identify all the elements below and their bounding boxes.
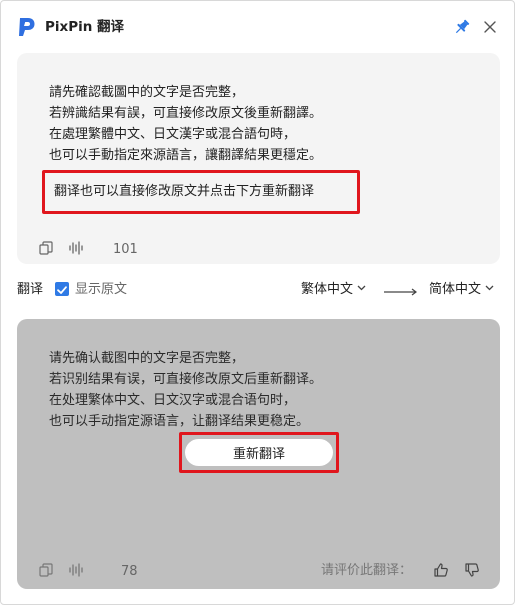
source-text[interactable]: 請先確認截圖中的文字是否完整， 若辨識結果有誤，可直接修改原文後重新翻譯。 在處… <box>49 82 322 166</box>
translation-line: 在处理繁体中文、日文汉字或混合语句时， <box>49 393 297 408</box>
translate-label: 翻译 <box>17 282 44 297</box>
source-line: 也可以手動指定來源語言，讓翻譯結果更穩定。 <box>49 148 323 163</box>
thumbs-up-icon[interactable] <box>433 562 449 578</box>
source-line: 在處理繁體中文、日文漢字或混合語句時， <box>49 127 297 142</box>
title-bar[interactable]: PixPin 翻译 <box>1 1 514 53</box>
translation-line: 若识别结果有误，可直接修改原文后重新翻译。 <box>49 372 323 387</box>
translate-window: PixPin 翻译 請先確認截圖中的文字是否完整， 若辨識結果有誤，可直接修改原… <box>0 0 515 605</box>
translate-toolbar: 翻译 显示原文 繁体中文 简体中文 <box>1 277 514 303</box>
pin-icon[interactable] <box>453 18 471 36</box>
check-icon <box>57 286 67 294</box>
chevron-down-icon <box>485 285 494 291</box>
translation-line: 请先确认截图中的文字是否完整， <box>49 351 245 366</box>
thumbs-down-icon[interactable] <box>464 562 480 578</box>
target-language-label: 简体中文 <box>429 282 482 297</box>
audio-wave-icon[interactable] <box>68 240 84 256</box>
target-language-select[interactable]: 简体中文 <box>429 281 494 299</box>
translation-text: 请先确认截图中的文字是否完整， 若识别结果有误，可直接修改原文后重新翻译。 在处… <box>49 348 322 432</box>
show-original-label[interactable]: 显示原文 <box>75 282 127 298</box>
translation-char-count: 78 <box>121 564 138 579</box>
retranslate-button[interactable]: 重新翻译 <box>185 439 333 466</box>
source-text-panel[interactable]: 請先確認截圖中的文字是否完整， 若辨識結果有誤，可直接修改原文後重新翻譯。 在處… <box>17 53 500 264</box>
copy-icon[interactable] <box>38 240 54 256</box>
rate-translation-label: 请评价此翻译： <box>321 563 413 578</box>
audio-wave-icon[interactable] <box>68 562 84 578</box>
app-title: PixPin 翻译 <box>45 19 125 35</box>
source-char-count: 101 <box>113 242 138 257</box>
chevron-down-icon <box>357 285 366 291</box>
retry-highlight: 重新翻译 <box>179 432 339 473</box>
translation-line: 也可以手动指定源语言，让翻译结果更稳定。 <box>49 414 310 429</box>
translation-result-panel: 请先确认截图中的文字是否完整， 若识别结果有误，可直接修改原文后重新翻译。 在处… <box>17 319 500 589</box>
close-icon[interactable] <box>482 19 498 35</box>
source-line: 請先確認截圖中的文字是否完整， <box>49 85 245 100</box>
show-original-checkbox[interactable] <box>55 282 69 296</box>
edit-tip-text: 翻译也可以直接修改原文并点击下方重新翻译 <box>54 184 315 199</box>
source-language-select[interactable]: 繁体中文 <box>301 281 366 299</box>
source-language-label: 繁体中文 <box>301 282 354 297</box>
edit-tip-highlight: 翻译也可以直接修改原文并点击下方重新翻译 <box>42 170 360 214</box>
copy-icon[interactable] <box>38 562 54 578</box>
pixpin-logo-icon <box>19 18 35 36</box>
arrow-right-icon <box>384 288 417 296</box>
source-line: 若辨識結果有誤，可直接修改原文後重新翻譯。 <box>49 106 323 121</box>
